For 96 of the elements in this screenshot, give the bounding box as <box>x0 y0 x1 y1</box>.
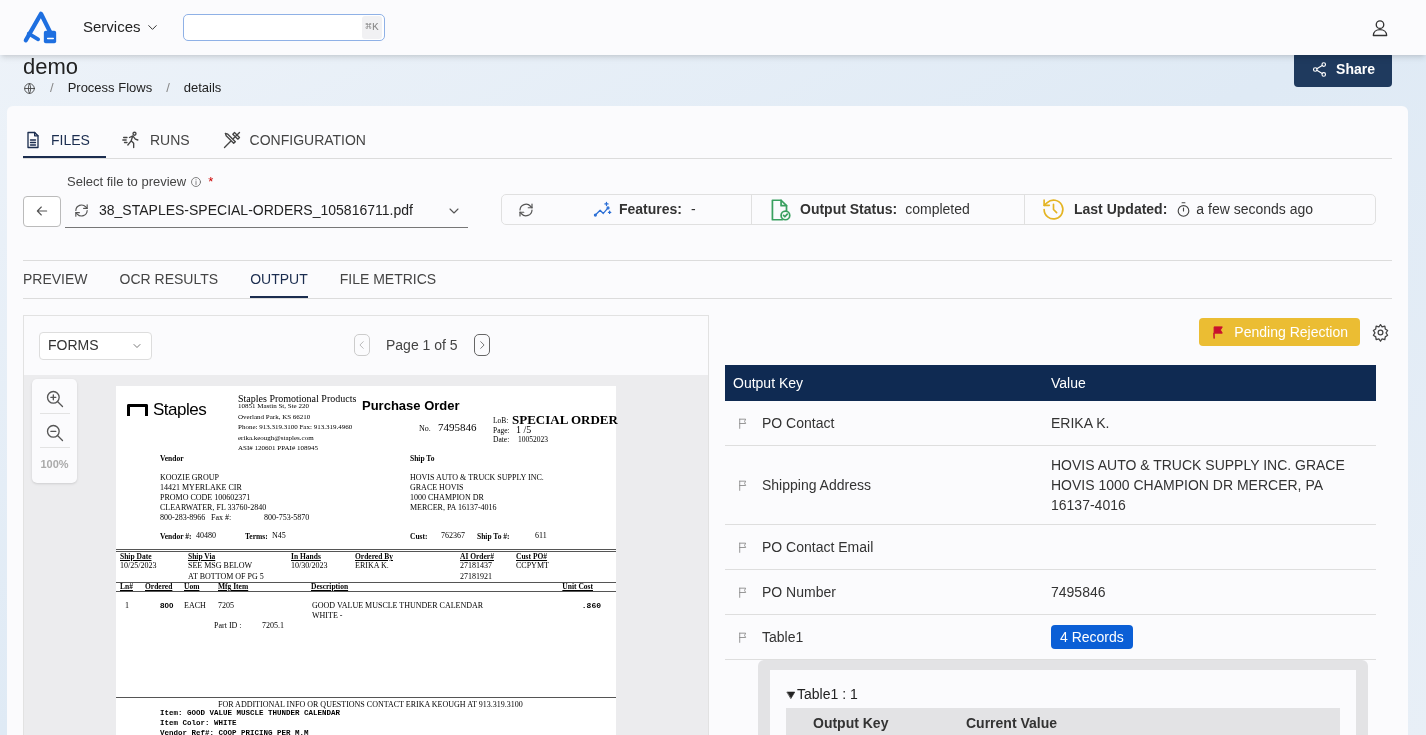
document-text: MERCER, PA 16137-4016 <box>410 504 497 512</box>
tab[interactable]: FILES <box>23 124 106 158</box>
tools-icon <box>221 130 242 150</box>
column-header: Output Key <box>732 373 805 393</box>
status-label: Last Updated: <box>1074 200 1168 219</box>
document-text: Staples Promotional Products <box>238 394 357 404</box>
document-text: 1000 CHAMPION DR <box>410 494 484 502</box>
records-badge[interactable]: 4 Records <box>1051 625 1133 649</box>
tab[interactable]: CONFIGURATION <box>221 124 382 158</box>
logo-icon <box>127 404 148 416</box>
table-cell-text: PO Contact <box>762 413 835 433</box>
document-text: EACH <box>184 602 206 610</box>
table-cell-text: PO Number <box>762 582 836 602</box>
history-icon <box>1041 197 1066 222</box>
document-text: 7205 <box>218 602 234 610</box>
table-cell-text: HOVIS AUTO & TRUCK SUPPLY INC. GRACE HOVIS 1000 CHAMPION DR MERCER, PA 16137-4016 <box>1051 456 1346 515</box>
status-value: - <box>691 200 696 219</box>
document-text: 762367 <box>441 532 465 540</box>
column-header: Value <box>1051 373 1086 393</box>
document-text: 1 /5 <box>516 425 532 435</box>
record-toggle[interactable]: Table1 : 1 <box>786 684 858 705</box>
required-mark: * <box>208 173 214 192</box>
breadcrumb-link[interactable]: details <box>183 78 222 98</box>
document-text: GRACE HOVIS <box>410 484 464 492</box>
document-text: 800-753-5870 <box>264 514 310 522</box>
status-label: Output Status: <box>800 200 898 219</box>
document-text: AT BOTTOM OF PG 5 <box>188 573 264 581</box>
triangle-icon <box>786 689 796 700</box>
page-title: demo <box>23 55 80 79</box>
document-text: 7495846 <box>438 422 477 433</box>
document-text: FOR ADDITIONAL INFO OR QUESTIONS CONTACT ERIKA KEOUGH AT 913.319.3100 <box>218 701 523 709</box>
services-menu[interactable]: Services <box>83 16 160 39</box>
document-text: 10/25/2023 <box>120 562 157 570</box>
document-text: ERIKA K. <box>355 562 389 570</box>
next-page-button[interactable] <box>473 334 490 356</box>
sync-icon <box>73 202 90 219</box>
zoom-level: 100% <box>40 457 69 472</box>
shortcut-key: ⌘K <box>362 16 382 39</box>
globe-icon <box>23 81 36 95</box>
document-text: GOOD VALUE MUSCLE THUNDER CALENDAR <box>312 602 484 610</box>
breadcrumb-link[interactable]: Process Flows <box>67 78 153 98</box>
document-text: No. <box>419 425 431 433</box>
breadcrumb-separator: / <box>166 79 170 98</box>
mode-select[interactable]: FORMS <box>39 331 152 360</box>
document-text: CCPYMT <box>516 562 549 570</box>
table-cell-text: ERIKA K. <box>1051 414 1111 433</box>
document-text: PROMO CODE 100602371 <box>160 494 251 502</box>
document-text: 27181437 <box>460 562 492 570</box>
document-text: .860 <box>581 602 601 610</box>
chevron-left-icon <box>357 339 367 351</box>
zoom-out-icon <box>44 422 65 443</box>
status-value: a few seconds ago <box>1196 200 1314 219</box>
document-text: WHITE - <box>312 612 343 620</box>
user-icon <box>1370 17 1390 38</box>
field-label: Select file to preview <box>67 173 187 192</box>
document-text: SEE MSG BELOW <box>188 562 252 570</box>
settings-icon <box>1370 322 1390 342</box>
column-header: Current Value <box>966 713 1058 733</box>
document-text: 1 <box>125 602 129 610</box>
breadcrumb-separator: / <box>50 79 54 98</box>
document-text: KOOZIE GROUP <box>160 474 219 482</box>
document-title: Purchase Order <box>362 399 460 412</box>
tab[interactable]: OUTPUT <box>250 261 308 298</box>
zoom-in-icon <box>44 388 65 409</box>
document-text: N45 <box>272 532 286 540</box>
column-header: Output Key <box>812 713 890 733</box>
document-text: 800 <box>160 602 174 610</box>
document-text: Fax #: <box>211 514 232 522</box>
document-text: 800-283-8966 <box>160 514 206 522</box>
document-text: HOVIS AUTO & TRUCK SUPPLY INC. <box>410 474 544 482</box>
document-text: 10/30/2023 <box>291 562 328 570</box>
table-cell-text: Table1 <box>762 627 804 647</box>
tab[interactable]: FILE METRICS <box>339 261 437 298</box>
table-cell-text: PO Contact Email <box>762 537 874 557</box>
document-text: 7205.1 <box>262 622 284 630</box>
status-label: Features: <box>619 200 683 219</box>
document-text: 611 <box>535 532 547 540</box>
info-icon <box>190 176 203 188</box>
page-indicator: Page 1 of 5 <box>386 335 458 355</box>
document-text: Part ID : <box>214 622 242 630</box>
file-select[interactable]: 38_STAPLES-SPECIAL-ORDERS_105816711.pdf <box>65 194 468 228</box>
document-text: SPECIAL ORDER <box>512 413 618 426</box>
tab[interactable]: RUNS <box>121 124 206 158</box>
status-value: completed <box>905 200 970 219</box>
table-cell-text: 7495846 <box>1051 583 1107 602</box>
arrow-left-icon <box>34 203 50 219</box>
document-text: CLEARWATER, FL 33760-2840 <box>160 504 267 512</box>
document-text: 14421 MYERLAKE CIR <box>160 484 242 492</box>
sparkle-chart-icon <box>593 200 612 219</box>
share-icon <box>1311 61 1329 78</box>
tab[interactable]: PREVIEW <box>23 261 88 298</box>
tab[interactable]: OCR RESULTS <box>119 261 219 298</box>
table-cell-text: Shipping Address <box>762 475 871 495</box>
document-text: 27181921 <box>460 573 492 581</box>
logo-text: Staples <box>153 401 207 418</box>
document-text: 40480 <box>196 532 216 540</box>
